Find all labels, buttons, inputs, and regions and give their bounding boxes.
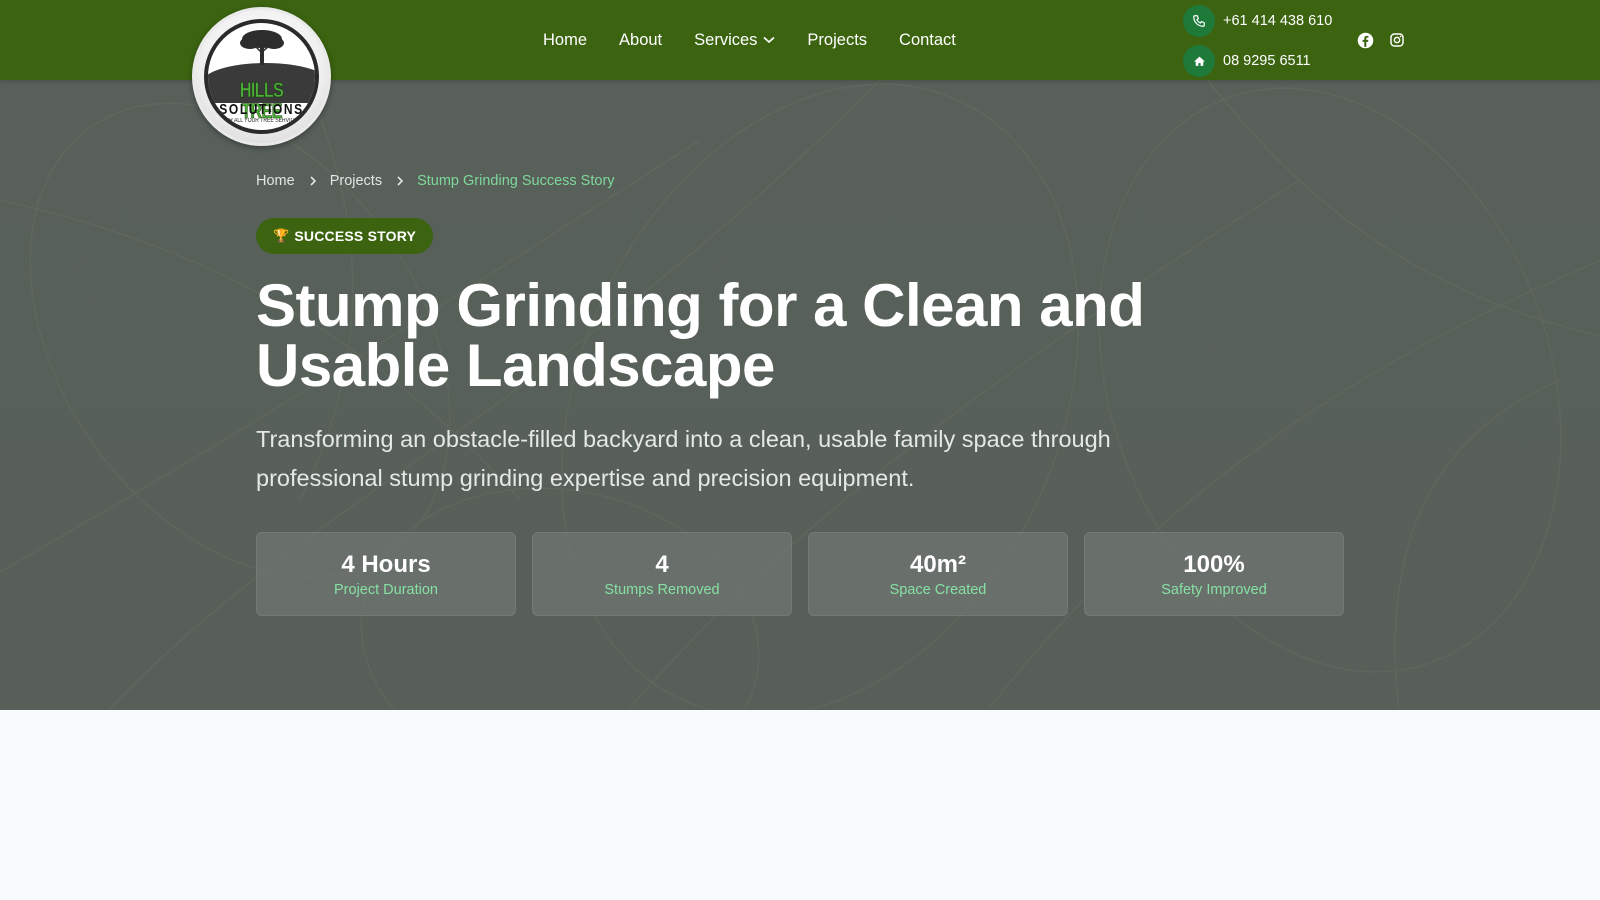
chevron-down-icon (763, 36, 775, 44)
contact-block: +61 414 438 610 08 9295 6511 (1183, 4, 1332, 84)
stat-value: 4 Hours (341, 550, 431, 578)
nav-home[interactable]: Home (543, 31, 587, 50)
nav-services-label: Services (694, 30, 758, 49)
stat-label: Stumps Removed (604, 581, 720, 598)
tree-icon (240, 30, 284, 65)
mobile-number: +61 414 438 610 (1223, 13, 1333, 29)
stat-label: Safety Improved (1161, 581, 1267, 598)
stat-value: 100% (1183, 550, 1245, 578)
contact-mobile[interactable]: +61 414 438 610 (1183, 4, 1332, 38)
logo-tagline: FOR ALL YOUR TREE SERVICES (222, 118, 301, 124)
nav-services[interactable]: Services (694, 31, 775, 50)
home-icon (1183, 45, 1215, 77)
phone-icon (1183, 5, 1215, 37)
page-title: Stump Grinding for a Clean and Usable La… (256, 272, 1145, 399)
logo-badge: HILLS TREE SOLUTIONS FOR ALL YOUR TREE S… (204, 19, 319, 134)
content-area (0, 710, 1600, 900)
hero-subtitle: Transforming an obstacle-filled backyard… (256, 426, 1111, 491)
hero-section: Home Projects Stump Grinding Success Sto… (0, 80, 1600, 710)
nav-contact[interactable]: Contact (899, 31, 956, 50)
stat-card-safety: 100% Safety Improved (1084, 532, 1344, 616)
stat-value: 4 (655, 550, 669, 578)
logo-text-solutions: SOLUTIONS (219, 101, 304, 118)
contact-home[interactable]: 08 9295 6511 (1183, 44, 1332, 78)
trophy-icon: 🏆 (273, 228, 290, 243)
nav-about[interactable]: About (619, 31, 662, 50)
stat-card-space: 40m² Space Created (808, 532, 1068, 616)
nav-projects[interactable]: Projects (807, 31, 867, 50)
stat-label: Space Created (889, 581, 987, 598)
chevron-right-icon (309, 176, 317, 186)
breadcrumb: Home Projects Stump Grinding Success Sto… (256, 173, 615, 189)
stat-card-duration: 4 Hours Project Duration (256, 532, 516, 616)
home-number: 08 9295 6511 (1223, 53, 1311, 69)
facebook-icon[interactable] (1356, 31, 1374, 49)
site-logo[interactable]: HILLS TREE SOLUTIONS FOR ALL YOUR TREE S… (192, 7, 331, 146)
badge-label: SUCCESS STORY (294, 228, 417, 244)
stats-row: 4 Hours Project Duration 4 Stumps Remove… (256, 532, 1360, 616)
stat-label: Project Duration (334, 581, 438, 598)
success-story-badge: 🏆 SUCCESS STORY (256, 218, 434, 254)
stat-value: 40m² (909, 550, 967, 578)
instagram-icon[interactable] (1388, 31, 1406, 49)
chevron-right-icon (396, 176, 404, 186)
breadcrumb-current: Stump Grinding Success Story (417, 173, 615, 189)
breadcrumb-home-link[interactable]: Home (256, 173, 295, 189)
breadcrumb-projects-link[interactable]: Projects (330, 173, 382, 189)
stat-card-stumps: 4 Stumps Removed (532, 532, 792, 616)
main-nav: Home About Services Projects Contact (543, 28, 988, 52)
